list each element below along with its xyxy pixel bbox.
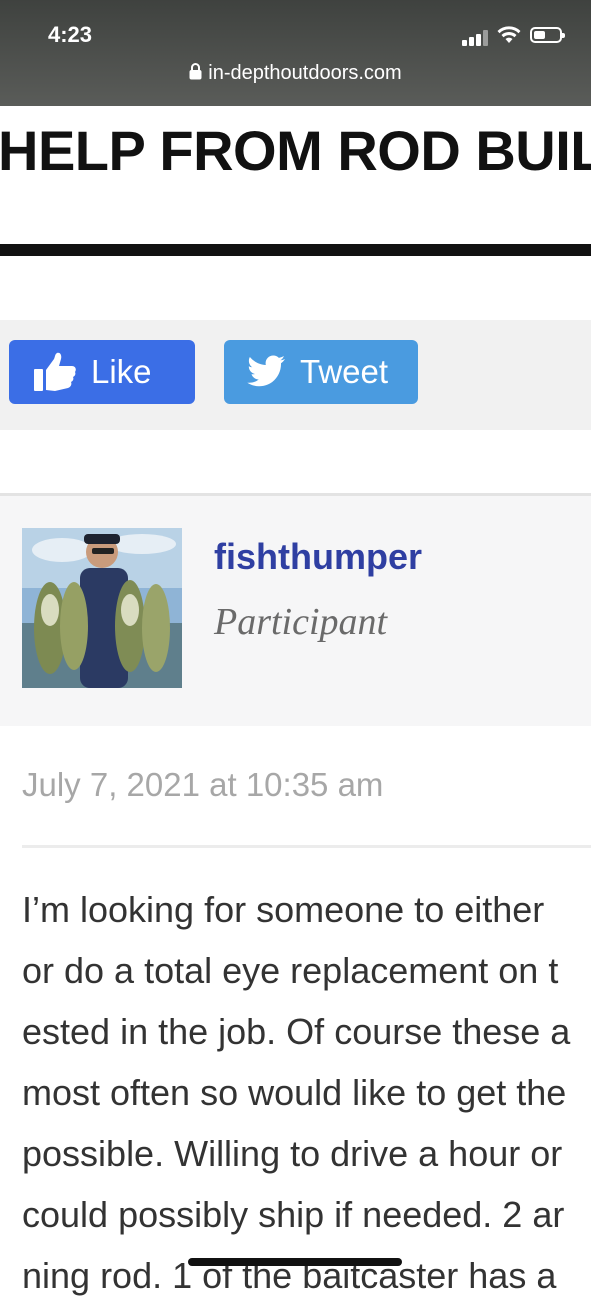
lock-icon [189, 63, 202, 80]
post-line: could possibly ship if needed. 2 ar [22, 1194, 565, 1235]
browser-top-bar: 4:23 in-depthoutdoors.com [0, 0, 591, 106]
author-box: fishthumper Participant [0, 496, 591, 726]
author-role: Participant [214, 601, 388, 643]
status-time: 4:23 [48, 22, 93, 47]
url-text: in-depthoutdoors.com [208, 62, 402, 84]
address-bar[interactable]: in-depthoutdoors.com [0, 62, 591, 85]
post-line: I’m looking for someone to either [22, 889, 545, 930]
page-title: HELP FROM ROD BUIL [0, 119, 591, 182]
post-body: I’m looking for someone to either or do … [22, 884, 591, 1311]
battery-icon [530, 27, 565, 43]
thumbs-up-icon [34, 352, 76, 391]
cellular-signal-icon [462, 30, 490, 46]
tweet-label: Tweet [300, 353, 389, 390]
share-bar: Like Tweet [0, 320, 591, 430]
post-line: ested in the job. Of course these a [22, 1011, 571, 1052]
tweet-button[interactable]: Tweet [224, 340, 418, 404]
avatar[interactable] [22, 528, 182, 688]
like-label: Like [91, 353, 152, 390]
post-line: most often so would like to get the [22, 1072, 567, 1113]
title-divider [0, 244, 591, 256]
date-divider [22, 845, 591, 848]
home-indicator[interactable] [188, 1258, 402, 1266]
post-line: possible. Willing to drive a hour or [22, 1133, 563, 1174]
post-line: or do a total eye replacement on t [22, 950, 559, 991]
twitter-bird-icon [247, 355, 285, 387]
wifi-icon [497, 26, 521, 43]
author-name[interactable]: fishthumper [214, 536, 422, 578]
facebook-like-button[interactable]: Like [9, 340, 195, 404]
post-date: July 7, 2021 at 10:35 am [22, 766, 384, 803]
